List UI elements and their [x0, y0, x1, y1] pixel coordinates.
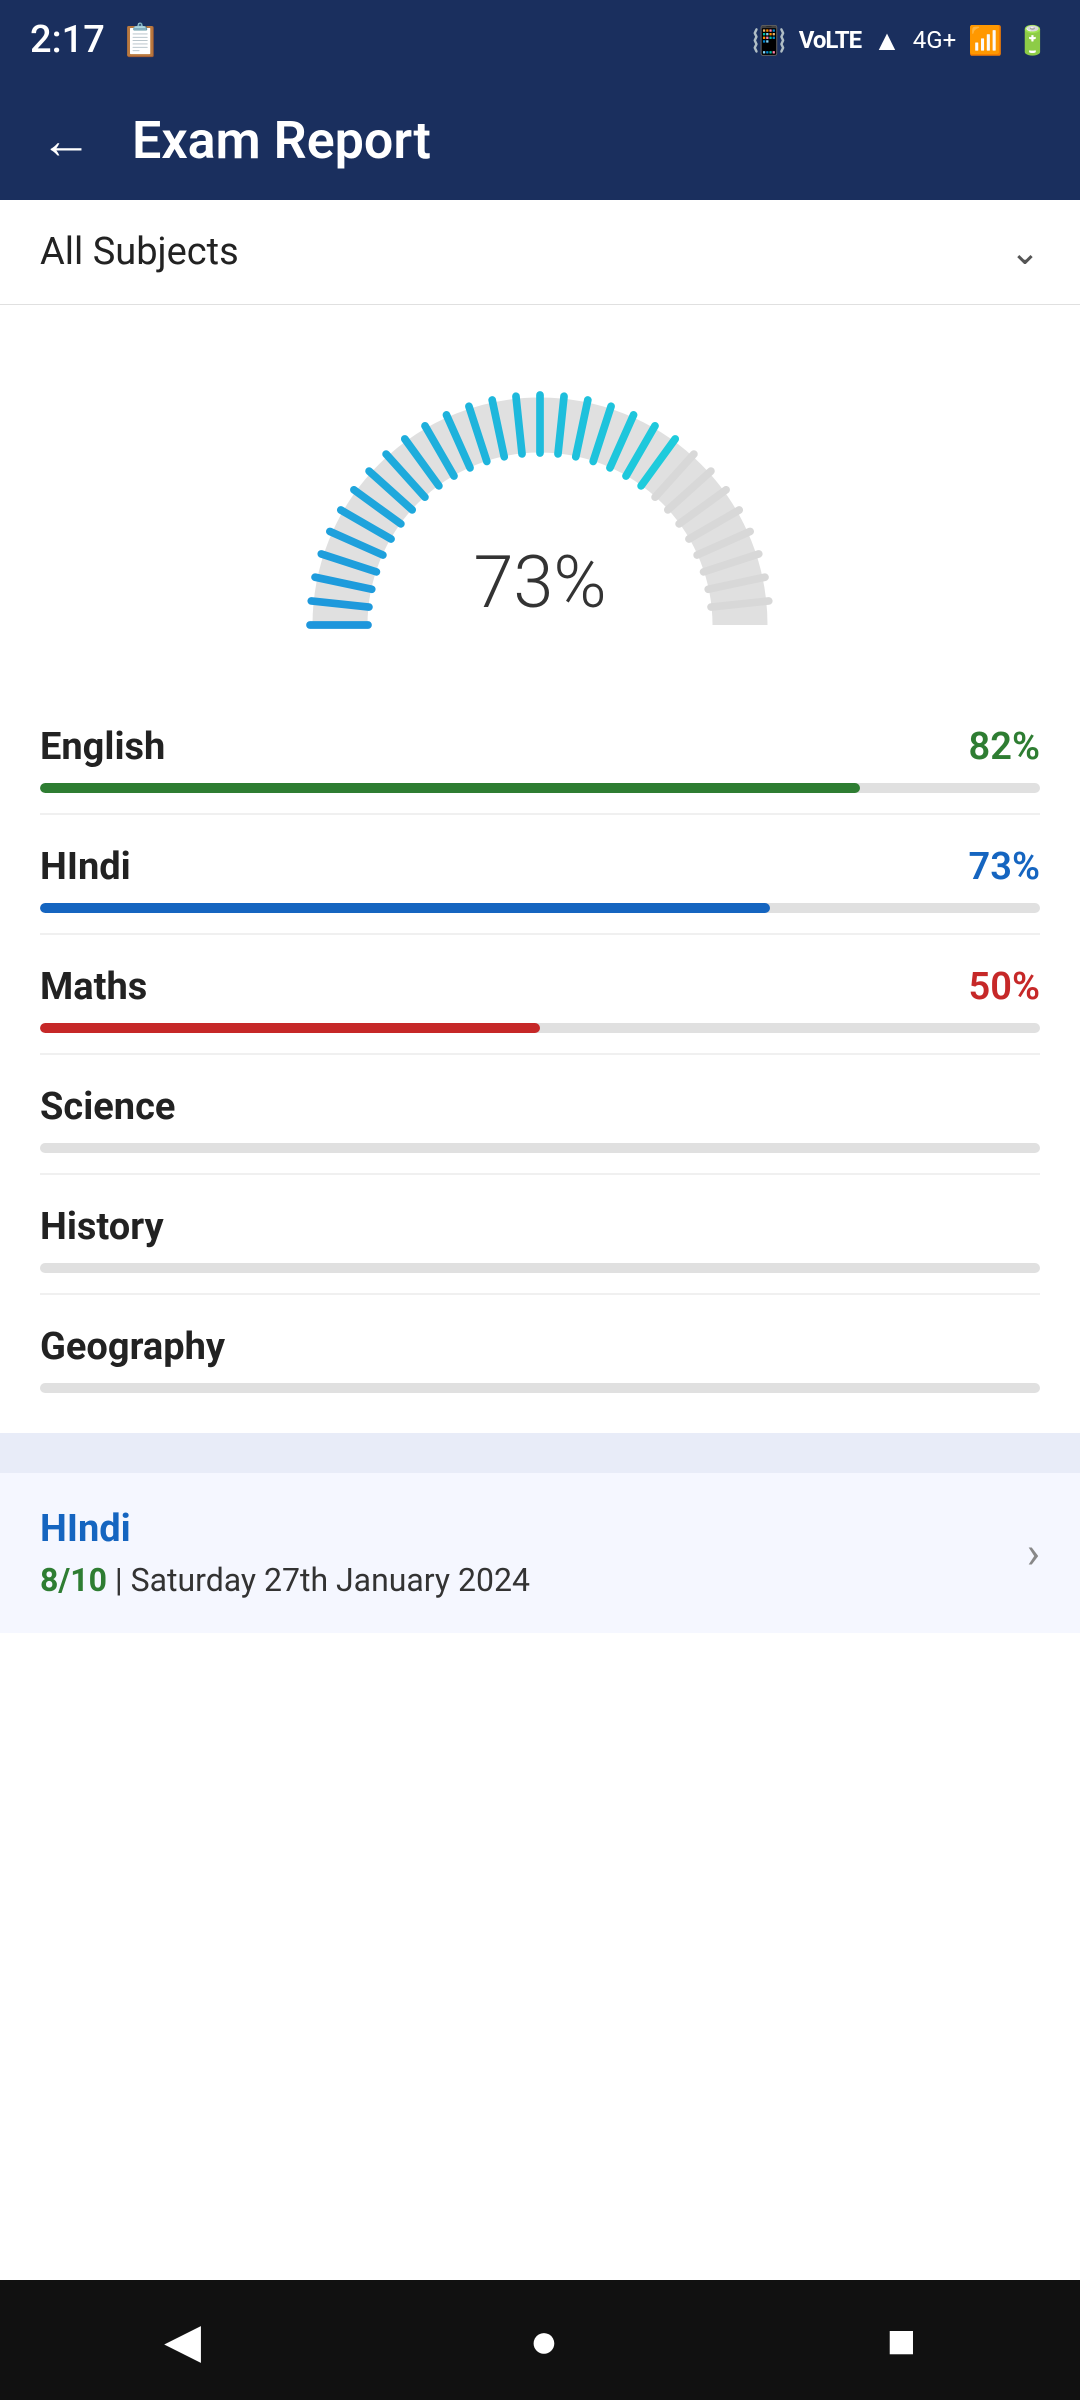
wifi-icon: ▲	[873, 24, 901, 57]
bottom-navigation: ◀ ● ■	[0, 2280, 1080, 2400]
progress-fill-english	[40, 783, 860, 793]
subject-score-hindi: 73%	[969, 845, 1040, 889]
subject-item-maths: Maths 50%	[0, 935, 1080, 1053]
nav-recents-button[interactable]: ■	[887, 2312, 916, 2369]
progress-bar-history	[40, 1263, 1040, 1273]
subject-score-english: 82%	[969, 725, 1040, 769]
subject-item-hindi: HIndi 73%	[0, 815, 1080, 933]
subject-name-geography: Geography	[40, 1325, 225, 1369]
status-bar: 2:17 📋 📳 VoLTE ▲ 4G+ 📶 🔋	[0, 0, 1080, 80]
subject-item-history: History	[0, 1175, 1080, 1293]
subject-name-hindi: HIndi	[40, 845, 131, 889]
nav-back-button[interactable]: ◀	[164, 2312, 201, 2369]
progress-bar-english	[40, 783, 1040, 793]
progress-bar-geography	[40, 1383, 1040, 1393]
page-title: Exam Report	[132, 110, 431, 171]
progress-bar-science	[40, 1143, 1040, 1153]
subject-name-history: History	[40, 1205, 164, 1249]
chevron-right-icon: ›	[1027, 1527, 1040, 1579]
subject-dropdown[interactable]: All Subjects ⌄	[0, 200, 1080, 305]
gauge-section: 73%	[0, 305, 1080, 675]
recent-exam-meta: 8/10 | Saturday 27th January 2024	[40, 1561, 530, 1599]
progress-bar-maths	[40, 1023, 1040, 1033]
recent-exam-card[interactable]: HIndi 8/10 | Saturday 27th January 2024 …	[0, 1473, 1080, 1633]
subjects-list: English 82% HIndi 73% Maths 50% Science	[0, 675, 1080, 1433]
recent-exam-date: Saturday 27th January 2024	[131, 1561, 530, 1599]
recent-exam-title: HIndi	[40, 1507, 530, 1551]
back-button[interactable]: ←	[40, 110, 92, 171]
subject-item-science: Science	[0, 1055, 1080, 1173]
network-icon: 📶	[968, 24, 1003, 57]
gauge-chart: 73%	[290, 365, 790, 645]
recent-exam-separator: |	[115, 1561, 131, 1599]
app-header: ← Exam Report	[0, 80, 1080, 200]
status-icons: 📳 VoLTE ▲ 4G+ 📶 🔋	[752, 24, 1050, 57]
spacer	[0, 1433, 1080, 1473]
subject-item-geography: Geography	[0, 1295, 1080, 1413]
time-label: 2:17	[30, 18, 105, 62]
signal-icon: 4G+	[913, 26, 956, 54]
vibrate-icon: 📳	[752, 24, 787, 57]
subject-name-english: English	[40, 725, 165, 769]
subject-name-maths: Maths	[40, 965, 147, 1009]
subject-score-maths: 50%	[969, 965, 1040, 1009]
volte-icon: VoLTE	[799, 26, 861, 54]
phone-icon: 📋	[121, 21, 161, 59]
progress-fill-maths	[40, 1023, 540, 1033]
chevron-down-icon: ⌄	[1010, 231, 1040, 273]
recent-exam-score: 8/10	[40, 1561, 107, 1599]
status-time: 2:17 📋	[30, 18, 161, 62]
progress-bar-hindi	[40, 903, 1040, 913]
battery-icon: 🔋	[1015, 24, 1050, 57]
subject-item-english: English 82%	[0, 695, 1080, 813]
dropdown-label: All Subjects	[40, 230, 239, 274]
nav-home-button[interactable]: ●	[529, 2312, 558, 2369]
gauge-percentage: 73%	[473, 540, 606, 625]
subject-name-science: Science	[40, 1085, 175, 1129]
recent-exam-content: HIndi 8/10 | Saturday 27th January 2024	[40, 1507, 530, 1599]
bottom-spacer	[0, 1633, 1080, 1953]
progress-fill-hindi	[40, 903, 770, 913]
